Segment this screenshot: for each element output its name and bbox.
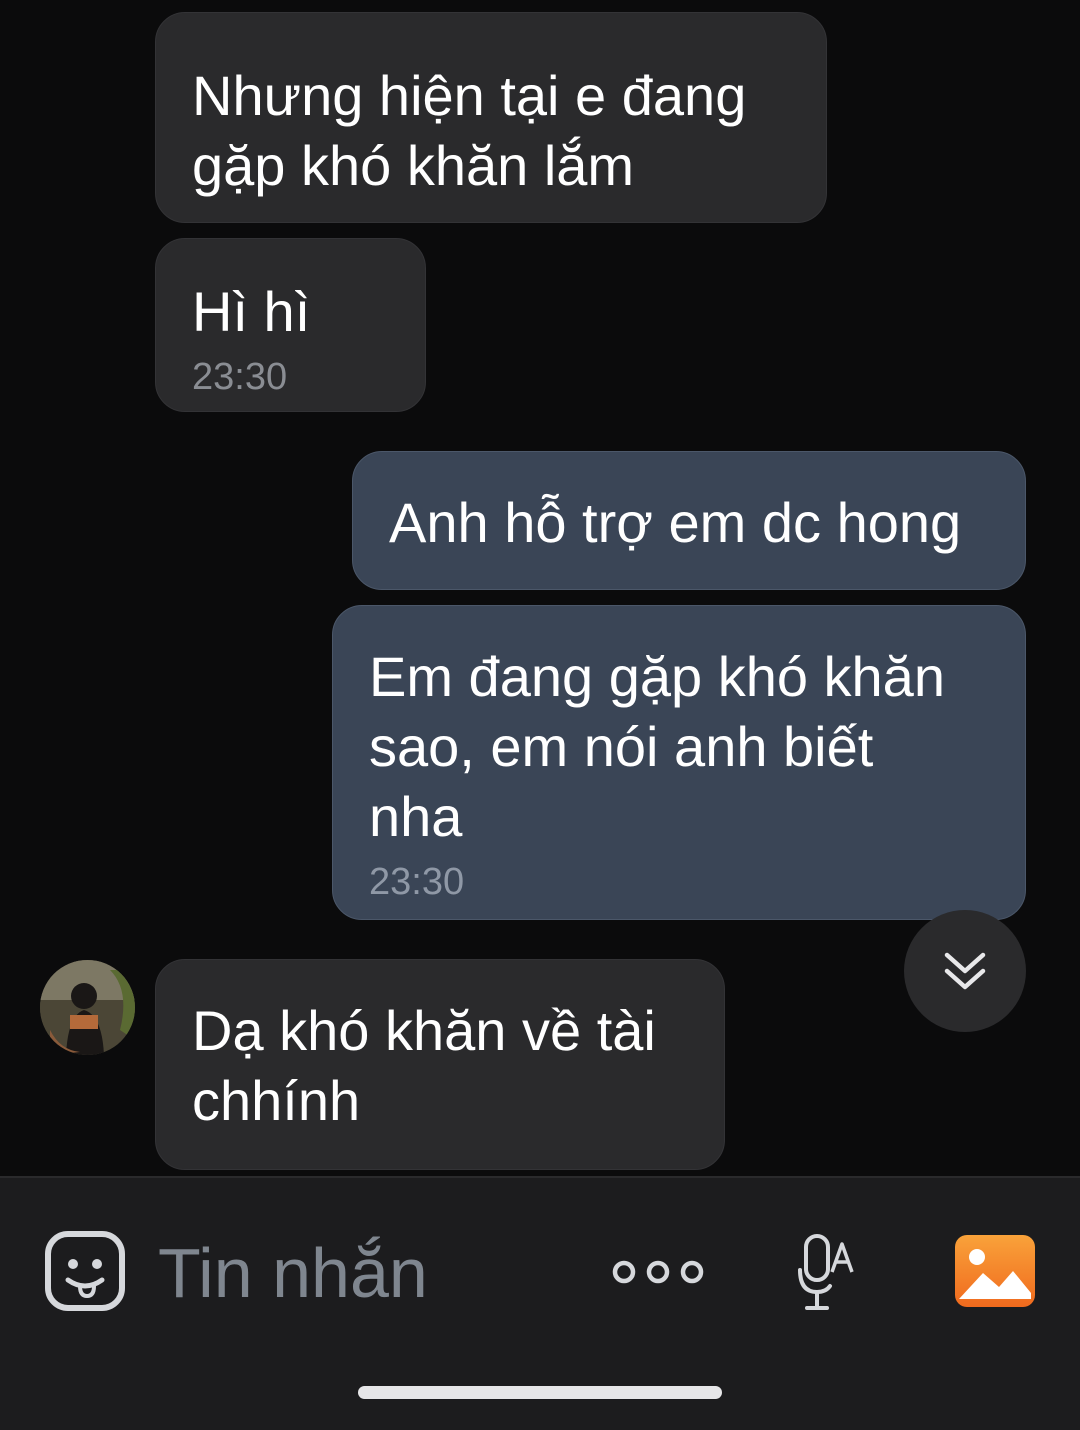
sender-avatar[interactable]	[40, 960, 135, 1055]
more-options-button[interactable]	[612, 1250, 704, 1294]
more-dots-icon	[612, 1260, 704, 1284]
message-bubble-incoming[interactable]: Dạ khó khăn về tài chhính	[155, 959, 725, 1170]
message-text: Dạ khó khăn về tài chhính	[192, 999, 656, 1132]
message-timestamp: 23:30	[192, 356, 288, 398]
message-text: Nhưng hiện tại e đang gặp khó khăn lắm	[192, 64, 747, 197]
message-composer	[0, 1176, 1080, 1430]
message-text: Hì hì	[192, 280, 311, 343]
message-bubble-incoming[interactable]: Nhưng hiện tại e đang gặp khó khăn lắm	[155, 12, 827, 223]
message-bubble-incoming[interactable]: Hì hì 23:30	[155, 238, 426, 412]
avatar-photo-icon	[40, 960, 135, 1055]
message-bubble-outgoing[interactable]: Em đang gặp khó khăn sao, em nói anh biế…	[332, 605, 1026, 920]
double-chevron-down-icon	[944, 952, 986, 990]
message-text: Em đang gặp khó khăn sao, em nói anh biế…	[369, 645, 945, 848]
home-indicator[interactable]	[358, 1386, 722, 1399]
voice-to-text-button[interactable]	[796, 1230, 860, 1316]
sticker-button[interactable]	[44, 1230, 126, 1312]
message-timestamp: 23:30	[369, 861, 465, 903]
scroll-to-bottom-button[interactable]	[904, 910, 1026, 1032]
photo-gallery-button[interactable]	[953, 1233, 1037, 1309]
chat-screen: Nhưng hiện tại e đang gặp khó khăn lắm H…	[0, 0, 1080, 1430]
sticker-face-icon	[45, 1231, 125, 1311]
message-bubble-outgoing[interactable]: Anh hỗ trợ em dc hong	[352, 451, 1026, 590]
voice-to-text-icon	[798, 1234, 854, 1310]
message-input[interactable]	[158, 1228, 578, 1318]
photo-gallery-icon	[955, 1235, 1035, 1307]
message-text: Anh hỗ trợ em dc hong	[389, 491, 962, 554]
